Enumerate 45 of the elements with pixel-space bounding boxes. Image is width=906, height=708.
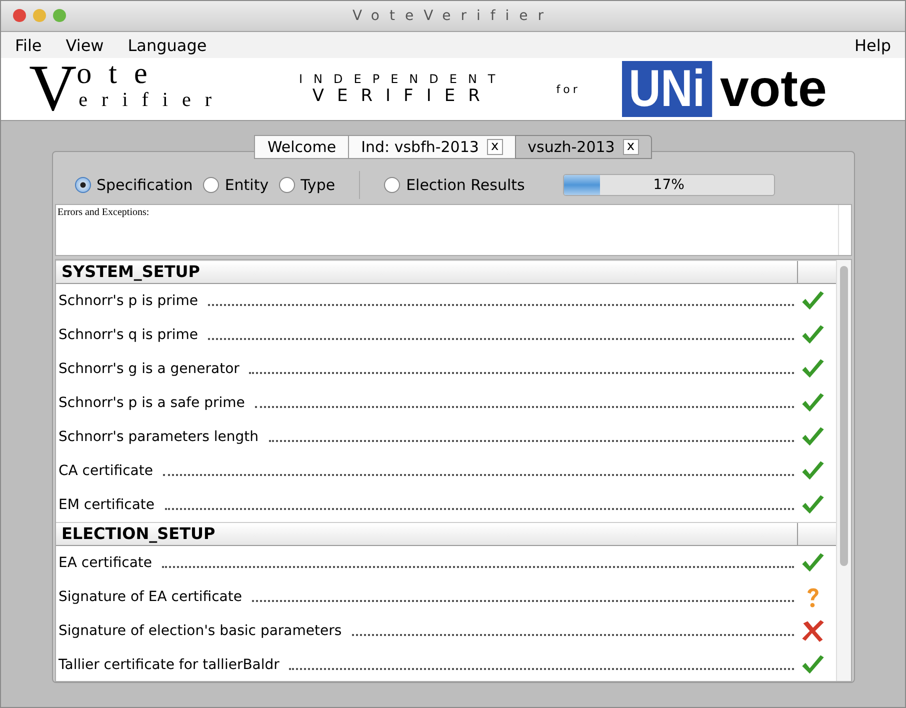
cross-icon (800, 618, 826, 644)
view-radio[interactable]: Election Results (384, 176, 525, 194)
check-label: Signature of election's basic parameters (58, 622, 342, 639)
section-title: SYSTEM_SETUP (60, 260, 201, 283)
tab[interactable]: Ind: vsbfh-2013 x (348, 135, 515, 159)
check-label: Schnorr's p is prime (58, 292, 198, 309)
progress-reading: 17% (652, 176, 686, 195)
check-label: Tallier certificate for tallierBaldr (58, 656, 280, 673)
check-label: EA certificate (58, 554, 152, 571)
errors-label: Errors and Exceptions: (58, 206, 150, 218)
tagline-text: VERIFIER (312, 86, 493, 106)
logo-text: erifier (78, 88, 226, 112)
partner-logo-text: vote (720, 61, 827, 117)
radio-icon[interactable] (74, 176, 90, 193)
close-icon[interactable] (13, 9, 26, 22)
tagline-text: INDEPENDENT (299, 72, 506, 86)
check-label: Signature of EA certificate (58, 588, 242, 605)
zoom-icon[interactable] (53, 9, 66, 22)
tab[interactable]: vsuzh-2013 x (514, 135, 652, 159)
check-label: Schnorr's parameters length (58, 428, 259, 445)
radio-icon[interactable] (278, 176, 295, 193)
menu-item[interactable]: Help (854, 36, 891, 54)
tab-close-button[interactable]: x (486, 139, 503, 155)
menu-item[interactable]: File (15, 36, 42, 54)
connector-text: for (556, 82, 580, 96)
window-title: VoteVerifier (352, 8, 554, 24)
tab-close-button[interactable]: x (622, 139, 639, 155)
menu-item[interactable]: Language (128, 36, 207, 54)
view-radio[interactable]: Type (278, 176, 336, 194)
view-radio[interactable]: Specification (74, 176, 193, 194)
logo-initial: V (29, 60, 77, 118)
radio-icon[interactable] (384, 176, 400, 193)
check-label: Schnorr's g is a generator (58, 360, 240, 377)
partner-logo-box: UNi (622, 61, 712, 117)
view-radio[interactable]: Entity (202, 176, 269, 194)
logo-text: ote (76, 60, 166, 88)
check-label: CA certificate (58, 462, 153, 479)
menu-item[interactable]: View (66, 36, 104, 54)
check-label: Schnorr's q is prime (58, 326, 198, 343)
radio-icon[interactable] (202, 176, 219, 193)
check-label: Schnorr's p is a safe prime (58, 394, 245, 411)
tab[interactable]: Welcome (254, 135, 348, 159)
check-label: EM certificate (58, 496, 155, 513)
scroll-bar[interactable] (836, 260, 850, 681)
section-title: ELECTION_SETUP (60, 522, 216, 545)
